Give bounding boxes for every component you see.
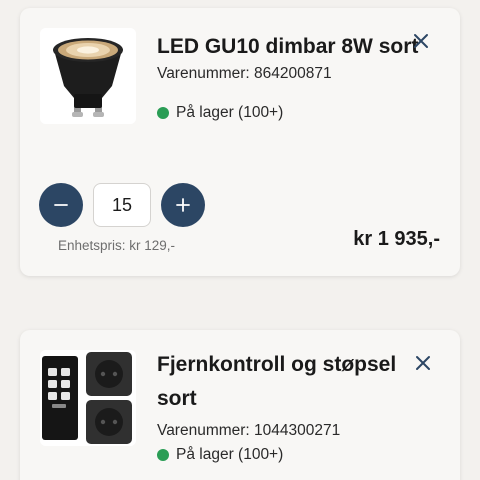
remove-item-button[interactable] bbox=[412, 32, 430, 50]
close-icon bbox=[416, 356, 430, 370]
in-stock-dot-icon bbox=[157, 107, 169, 119]
minus-icon bbox=[54, 204, 68, 206]
product-sku: Varenummer: 1044300271 bbox=[157, 422, 341, 439]
close-icon bbox=[414, 34, 428, 48]
cart-item-card: Fjernkontroll og støpsel sort Varenummer… bbox=[20, 330, 460, 480]
line-total-price: kr 1 935,- bbox=[353, 228, 440, 250]
cart-item-card: LED GU10 dimbar 8W sort Varenummer: 8642… bbox=[20, 8, 460, 276]
product-sku: Varenummer: 864200871 bbox=[157, 65, 332, 82]
increase-quantity-button[interactable] bbox=[161, 183, 205, 227]
stock-status-label: På lager (100+) bbox=[176, 104, 284, 121]
unit-price: Enhetspris: kr 129,- bbox=[58, 238, 176, 253]
product-image-remote-socket[interactable] bbox=[40, 350, 136, 446]
product-title[interactable]: LED GU10 dimbar 8W sort bbox=[157, 30, 422, 64]
led-bulb-image bbox=[40, 28, 136, 124]
in-stock-dot-icon bbox=[157, 449, 169, 461]
decrease-quantity-button[interactable] bbox=[39, 183, 83, 227]
stock-status: På lager (100+) bbox=[157, 104, 283, 122]
remove-item-button[interactable] bbox=[414, 354, 432, 372]
quantity-input[interactable] bbox=[93, 183, 151, 227]
stock-status: På lager (100+) bbox=[157, 446, 283, 464]
plus-icon bbox=[176, 198, 190, 212]
remote-socket-image bbox=[40, 350, 136, 446]
product-image-led-bulb[interactable] bbox=[40, 28, 136, 124]
stock-status-label: På lager (100+) bbox=[176, 446, 284, 463]
product-title[interactable]: Fjernkontroll og støpsel sort bbox=[157, 348, 422, 416]
